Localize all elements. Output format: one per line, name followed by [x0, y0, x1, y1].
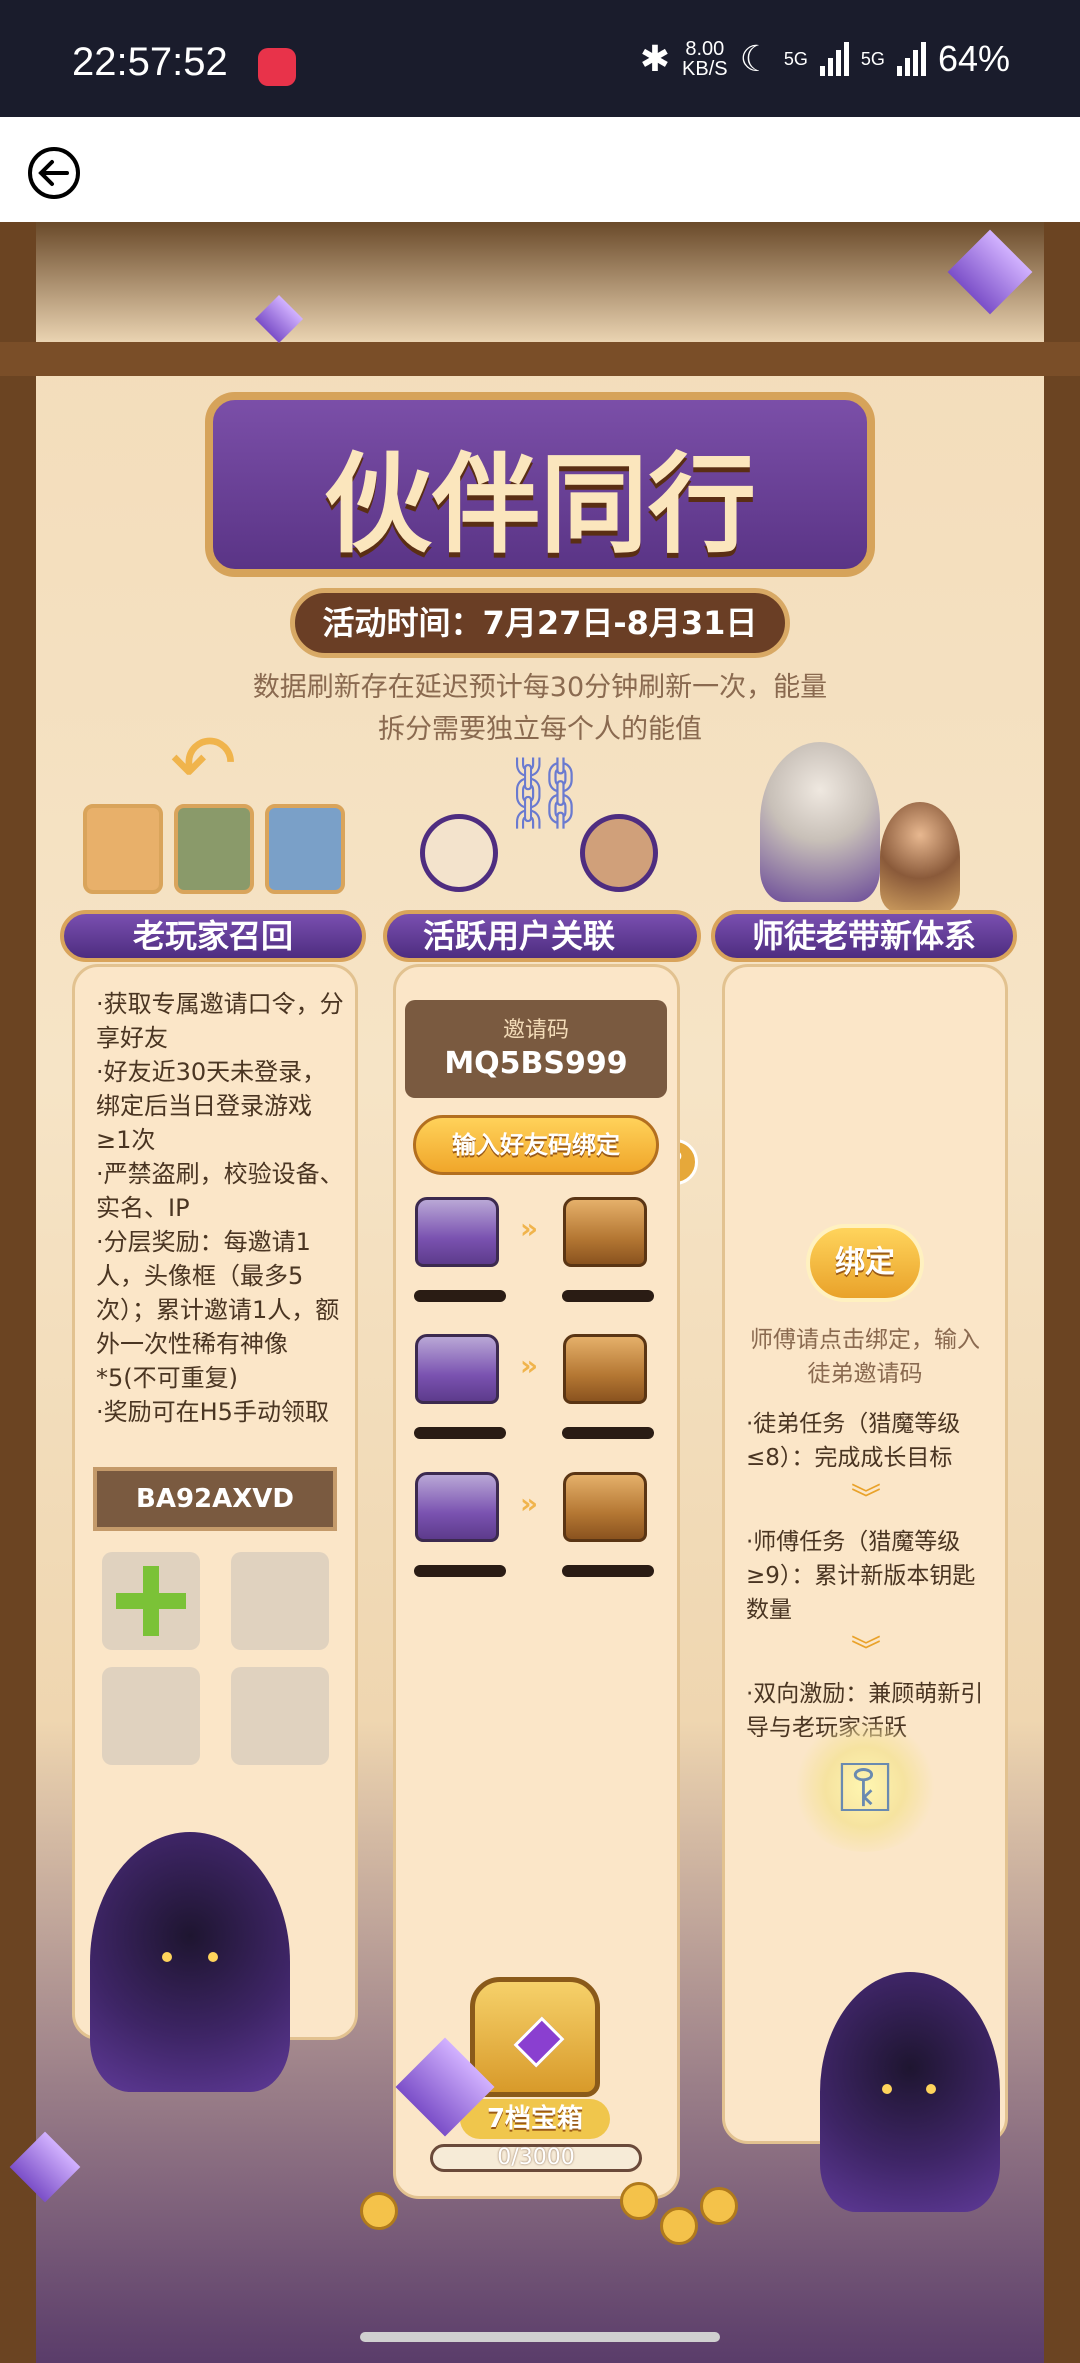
pet-portrait: [83, 804, 163, 894]
top-bar: [0, 117, 1080, 222]
hooded-mage-right: [820, 1972, 1000, 2212]
chevron-right-icon: »: [520, 1212, 539, 1245]
reward-chest-purple: [415, 1334, 499, 1404]
reward-chest-gold: [563, 1472, 647, 1542]
wood-frame-right: [1044, 222, 1080, 2363]
chevron-down-icon: ︾: [851, 1634, 881, 1669]
chevron-down-icon: ︾: [851, 1482, 881, 1517]
page-title: 伙伴同行: [323, 442, 756, 568]
chest-progress-bar: [414, 1290, 506, 1302]
friend-slot[interactable]: [231, 1552, 329, 1650]
reward-chest-gold: [563, 1334, 647, 1404]
title-banner: 伙伴同行: [205, 392, 875, 577]
tab-mentor-system: 师徒老带新体系: [711, 910, 1017, 962]
invite-code-label: 邀请码: [502, 1018, 569, 1043]
task-mentor: ·师傅任务（猎魔等级≥9）：累计新版本钥匙数量: [746, 1529, 976, 1623]
bind-friend-code-button[interactable]: 输入好友码绑定: [413, 1115, 659, 1175]
recall-rules: ·获取专属邀请口令，分享好友 ·好友近30天未登录，绑定后当日登录游戏≥1次 ·…: [96, 987, 346, 1429]
hooded-mage-left: [90, 1832, 290, 2092]
coin-decoration: [700, 2187, 738, 2225]
status-icons: ✱ 8.00 KB/S ☾ 5G 5G 64%: [640, 38, 1010, 80]
chest-progress-bar: [562, 1427, 654, 1439]
arrow-left-icon: [38, 160, 69, 186]
wizard-character: [760, 742, 880, 902]
gesture-nav-handle[interactable]: [360, 2332, 720, 2342]
moon-icon: ☾: [739, 38, 772, 79]
personal-code[interactable]: BA92AXVD: [93, 1467, 337, 1531]
app-notification-icon: [258, 48, 296, 86]
pet-portrait: [174, 804, 254, 894]
energy-progress-bar: 0/3000: [430, 2144, 642, 2172]
signal-icon: [819, 42, 849, 76]
keys-icon: ⚿: [790, 1722, 940, 1852]
rule-item: ·获取专属邀请口令，分享好友: [96, 990, 344, 1052]
gem-icon: [513, 2016, 565, 2068]
cat-avatar: [420, 814, 498, 892]
rule-item: ·分层奖励：每邀请1人，头像框（最多5次）；累计邀请1人，额外一次性稀有神像*5…: [96, 1228, 340, 1392]
crystal-decoration: [947, 229, 1033, 315]
refresh-notice: 数据刷新存在延迟预计每30分钟刷新一次，能量拆分需要独立每个人的能值: [252, 672, 828, 745]
crystal-decoration: [254, 294, 304, 344]
net-speed: 8.00 KB/S: [682, 38, 728, 80]
plus-icon: [116, 1566, 186, 1636]
chevron-right-icon: »: [520, 1487, 539, 1520]
reward-chest-purple: [415, 1472, 499, 1542]
reward-chest-gold: [563, 1197, 647, 1267]
chevron-right-icon: »: [520, 1349, 539, 1382]
tier-chest-label: 7档宝箱: [460, 2099, 610, 2139]
mentor-tasks: ·徒弟任务（猎魔等级≤8）：完成成长目标 ︾ ·师傅任务（猎魔等级≥9）：累计新…: [746, 1407, 986, 1745]
friend-slot[interactable]: [102, 1667, 200, 1765]
tab-active-link: 活跃用户关联: [383, 910, 701, 962]
friend-slot[interactable]: [231, 1667, 329, 1765]
energy-progress-text: 0/3000: [497, 2145, 575, 2170]
chest-progress-bar: [414, 1565, 506, 1577]
task-apprentice: ·徒弟任务（猎魔等级≤8）：完成成长目标: [746, 1411, 961, 1471]
rule-item: ·奖励可在H5手动领取: [96, 1398, 329, 1426]
add-friend-slot[interactable]: [102, 1552, 200, 1650]
tier-treasure-chest[interactable]: [470, 1977, 600, 2097]
mentor-hint: 师傅请点击绑定，输入徒弟邀请码: [750, 1327, 980, 1387]
bluetooth-icon: ✱: [639, 38, 671, 79]
status-bar: 22:57:52 ✱ 8.00 KB/S ☾ 5G 5G 64%: [0, 0, 1080, 117]
chest-progress-bar: [562, 1565, 654, 1577]
boy-avatar: [580, 814, 658, 892]
coin-decoration: [360, 2192, 398, 2230]
return-arrow-icon: ↶: [170, 717, 238, 810]
reward-chest-purple: [415, 1197, 499, 1267]
coin-decoration: [620, 2182, 658, 2220]
rule-item: ·严禁盗刷，校验设备、实名、IP: [96, 1160, 344, 1222]
signal-icon-2: [896, 42, 926, 76]
chain-link-icon: ⛓: [500, 752, 589, 834]
event-date: 活动时间：7月27日-8月31日: [290, 588, 790, 658]
status-time: 22:57:52: [72, 40, 228, 84]
tab-veteran-recall: 老玩家召回: [60, 910, 366, 962]
pet-portrait: [265, 804, 345, 894]
apprentice-character: [880, 802, 960, 912]
wood-frame-top: [0, 342, 1080, 376]
invite-code-value: MQ5BS999: [444, 1046, 628, 1081]
event-date-text: 活动时间：7月27日-8月31日: [322, 604, 758, 642]
back-button[interactable]: [28, 147, 80, 199]
signal-label-1: 5G: [783, 48, 808, 69]
chest-progress-bar: [414, 1427, 506, 1439]
chest-progress-bar: [562, 1290, 654, 1302]
wood-frame-left: [0, 222, 36, 2363]
event-scene: 伙伴同行 活动时间：7月27日-8月31日 数据刷新存在延迟预计每30分钟刷新一…: [0, 222, 1080, 2363]
coin-decoration: [660, 2207, 698, 2245]
rule-item: ·好友近30天未登录，绑定后当日登录游戏≥1次: [96, 1058, 327, 1154]
signal-label-2: 5G: [860, 48, 885, 69]
invite-code-box: 邀请码 MQ5BS999: [405, 1000, 667, 1098]
bind-button[interactable]: 绑定: [806, 1224, 924, 1302]
battery-text: 64%: [937, 38, 1010, 79]
